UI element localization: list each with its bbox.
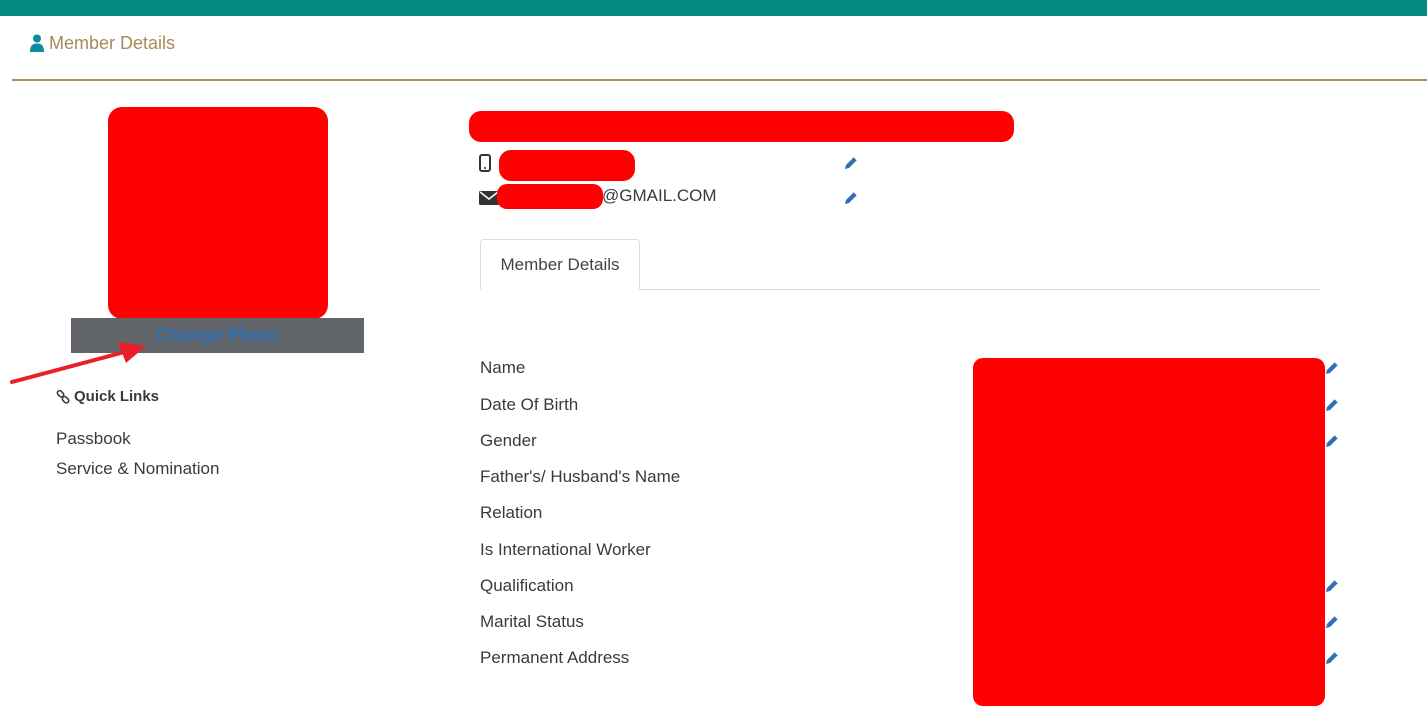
quick-links-heading: Quick Links [56, 388, 159, 405]
email-local-part [497, 184, 603, 209]
field-label: Date Of Birth [480, 395, 579, 414]
email-domain: @GMAIL.COM [602, 186, 717, 205]
quick-links-title: Quick Links [74, 388, 160, 405]
quick-link-service-nomination[interactable]: Service & Nomination [56, 459, 219, 479]
edit-field-icon[interactable] [1324, 578, 1340, 594]
edit-email-icon[interactable] [843, 190, 859, 206]
member-field-values [973, 358, 1325, 706]
quick-link-passbook[interactable]: Passbook [56, 429, 131, 449]
annotation-arrow [10, 342, 146, 384]
field-label: Father's/ Husband's Name [480, 467, 681, 486]
profile-photo [108, 107, 328, 319]
member-name-value [469, 111, 1014, 142]
edit-field-icon[interactable] [1324, 397, 1340, 413]
mobile-phone-icon [479, 154, 491, 172]
field-label: Relation [480, 503, 543, 522]
edit-field-icon[interactable] [1324, 433, 1340, 449]
field-label: Permanent Address [480, 648, 630, 667]
field-label: Qualification [480, 576, 574, 595]
page-title: Member Details [49, 32, 176, 53]
mobile-number-value [499, 150, 635, 181]
top-nav-bar [0, 0, 1427, 16]
page-heading: Member Details [30, 32, 175, 54]
tab-member-details[interactable]: Member Details [480, 239, 640, 290]
edit-field-icon[interactable] [1324, 650, 1340, 666]
edit-mobile-icon[interactable] [843, 155, 859, 171]
field-label: Gender [480, 431, 537, 450]
envelope-icon [479, 191, 499, 205]
change-photo-label: Change Photo [156, 325, 279, 345]
heading-divider [12, 79, 1427, 81]
field-label: Is International Worker [480, 540, 651, 559]
field-label: Marital Status [480, 612, 584, 631]
edit-field-icon[interactable] [1324, 614, 1340, 630]
edit-field-icon[interactable] [1324, 360, 1340, 376]
user-icon [30, 34, 44, 52]
field-label: Name [480, 358, 526, 377]
link-icon [56, 389, 70, 404]
